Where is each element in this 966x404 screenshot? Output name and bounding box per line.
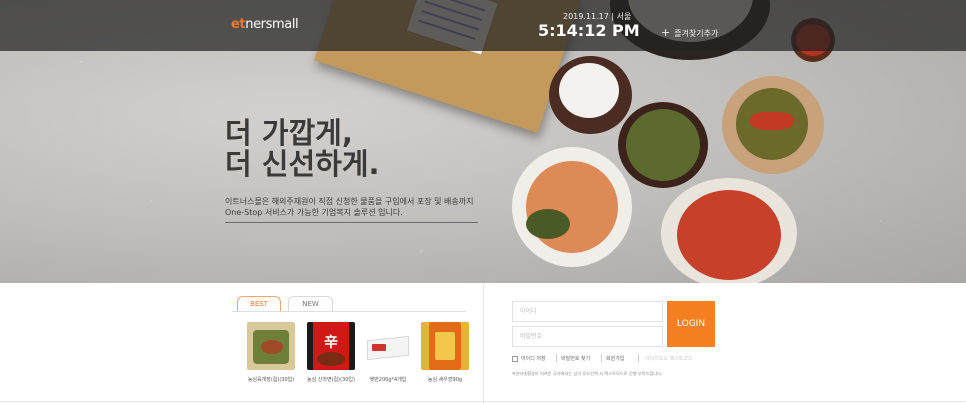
- id-input[interactable]: [512, 301, 663, 322]
- find-password-link[interactable]: 비밀번호 찾기: [561, 355, 590, 362]
- product-item[interactable]: 햇반200g*4개입: [357, 322, 419, 384]
- hero-banner: etnersmall 2019.11.17 | 서울 5:14:12 PM + 즐…: [0, 0, 966, 283]
- salt-bowl-image: [549, 56, 632, 134]
- section-divider: [483, 283, 484, 404]
- hetbahn-rice-icon: [364, 322, 412, 370]
- young-radish-kimchi-bowl-image: [722, 76, 824, 174]
- site-logo[interactable]: etnersmall: [231, 17, 299, 32]
- password-input[interactable]: [512, 326, 663, 347]
- hero-headline: 더 가깝게, 더 신선하게.: [225, 116, 380, 181]
- tab-best[interactable]: BEST: [237, 296, 281, 312]
- green-onion-kimchi-bowl-image: [618, 102, 708, 188]
- login-notice: ※인터넷환경이 어려운 국가에서는 상기 로드선택 시 텍스트모드로 진행 부탁…: [512, 371, 663, 376]
- tabs-underline: [232, 311, 466, 312]
- saeukkang-snack-icon: [421, 322, 469, 370]
- description-divider: [225, 222, 478, 223]
- link-separator: [638, 354, 639, 362]
- product-name: 농심 새우깡90g: [427, 377, 463, 383]
- save-id-label: 아이디 저장: [521, 356, 546, 362]
- tab-new[interactable]: NEW: [288, 296, 333, 312]
- save-id-checkbox[interactable]: [512, 355, 518, 362]
- hero-description: 이트너스몰은 해외주재원이 직접 신청한 물품을 구입에서 포장 및 배송까지 …: [225, 197, 474, 217]
- product-item[interactable]: 농심 새우깡90g: [414, 322, 476, 384]
- text-mode-link[interactable]: 아이지오드 텍스트코드: [645, 355, 693, 362]
- footer-divider: [0, 401, 966, 402]
- page: etnersmall 2019.11.17 | 서울 5:14:12 PM + 즐…: [0, 0, 966, 404]
- yukgaejang-cup-icon: [247, 322, 295, 370]
- plus-icon: +: [661, 26, 671, 39]
- bookmark-label: 즐겨찾기추가: [674, 29, 719, 38]
- cubed-radish-kimchi-bowl-image: [512, 147, 632, 267]
- signup-link[interactable]: 회원가입: [606, 355, 624, 362]
- product-item[interactable]: 농심육개장(컵)(30입): [240, 322, 302, 384]
- shin-ramyun-cup-icon: 辛: [307, 322, 355, 370]
- save-id-option[interactable]: 아이디 저장: [512, 355, 546, 362]
- cabbage-kimchi-bowl-image: [661, 178, 797, 283]
- bookmark-button[interactable]: + 즐겨찾기추가: [661, 26, 718, 39]
- link-separator: [601, 354, 602, 362]
- link-separator: [556, 354, 557, 362]
- top-bar: etnersmall 2019.11.17 | 서울 5:14:12 PM + 즐…: [0, 0, 966, 51]
- login-button[interactable]: LOGIN: [667, 301, 715, 347]
- clock-time: 5:14:12 PM: [538, 21, 640, 40]
- product-item[interactable]: 辛 농심 신라면(컵)(30입): [300, 322, 362, 384]
